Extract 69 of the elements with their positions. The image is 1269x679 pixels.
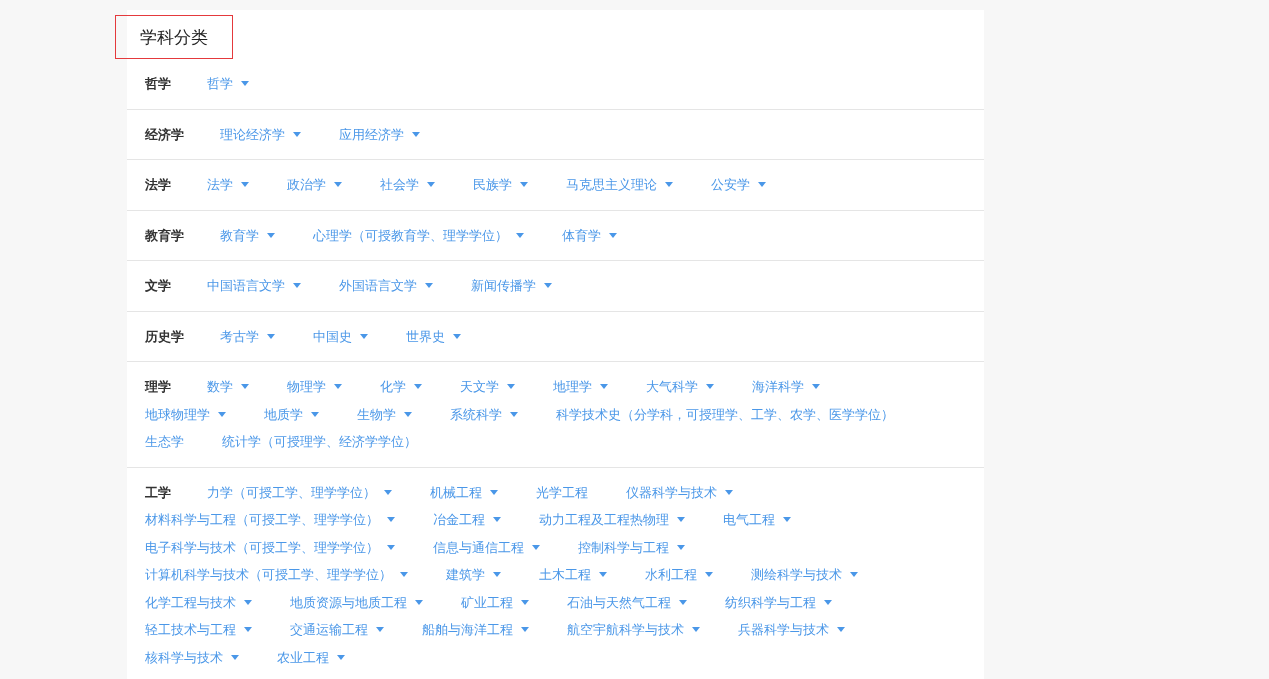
- subject-link[interactable]: 哲学: [207, 73, 249, 95]
- subject-link[interactable]: 机械工程: [430, 481, 498, 503]
- subject-link[interactable]: 核科学与技术: [145, 646, 239, 668]
- subject-link[interactable]: 物理学: [287, 376, 342, 398]
- subject-link[interactable]: 矿业工程: [461, 591, 529, 613]
- subject-link[interactable]: 电气工程: [723, 509, 791, 531]
- subject-link[interactable]: 应用经济学: [339, 123, 420, 145]
- subject-link[interactable]: 心理学（可授教育学、理学学位）: [313, 224, 524, 246]
- category-label: 教育学: [145, 226, 184, 245]
- category-label: 工学: [145, 483, 171, 502]
- subject-link[interactable]: 农业工程: [277, 646, 345, 668]
- subject-link[interactable]: 政治学: [287, 174, 342, 196]
- subject-link[interactable]: 石油与天然气工程: [567, 591, 687, 613]
- subject-link[interactable]: 法学: [207, 174, 249, 196]
- subject-link[interactable]: 社会学: [380, 174, 435, 196]
- subject-link[interactable]: 水利工程: [645, 564, 713, 586]
- subject-link[interactable]: 化学工程与技术: [145, 591, 252, 613]
- subject-link[interactable]: 海洋科学: [752, 376, 820, 398]
- category-label: 文学: [145, 277, 171, 295]
- subject-link[interactable]: 中国语言文学: [207, 275, 301, 297]
- subject-link[interactable]: 地质学: [264, 403, 319, 425]
- category-label: 法学: [145, 176, 171, 194]
- subject-link[interactable]: 理论经济学: [220, 123, 301, 145]
- subject-link[interactable]: 船舶与海洋工程: [422, 619, 529, 641]
- subject-link[interactable]: 大气科学: [646, 376, 714, 398]
- subject-link[interactable]: 马克思主义理论: [566, 174, 673, 196]
- subject-link[interactable]: 纺织科学与工程: [725, 591, 832, 613]
- category-label: 历史学: [145, 327, 184, 346]
- subject-link[interactable]: 兵器科学与技术: [738, 619, 845, 641]
- subject-link[interactable]: 地理学: [553, 376, 608, 398]
- section-title: 学科分类: [115, 15, 233, 59]
- subject-link[interactable]: 航空宇航科学与技术: [567, 619, 700, 641]
- category-label: 理学: [145, 378, 171, 396]
- subject-link[interactable]: 地质资源与地质工程: [290, 591, 423, 613]
- subject-link[interactable]: 民族学: [473, 174, 528, 196]
- category-label: 哲学: [145, 75, 171, 93]
- subject-link[interactable]: 公安学: [711, 174, 766, 196]
- subject-link[interactable]: 生物学: [357, 403, 412, 425]
- subject-link[interactable]: 世界史: [406, 325, 461, 347]
- category-label: 经济学: [145, 125, 184, 144]
- subject-link[interactable]: 教育学: [220, 224, 275, 246]
- subject-link[interactable]: 天文学: [460, 376, 515, 398]
- subject-link[interactable]: 计算机科学与技术（可授工学、理学学位）: [145, 564, 408, 586]
- subject-link[interactable]: 科学技术史（分学科，可授理学、工学、农学、医学学位）: [556, 403, 894, 425]
- subject-link[interactable]: 体育学: [562, 224, 617, 246]
- subject-link[interactable]: 仪器科学与技术: [626, 481, 733, 503]
- subject-link[interactable]: 新闻传播学: [471, 275, 552, 297]
- subject-link[interactable]: 地球物理学: [145, 403, 226, 425]
- subject-link[interactable]: 冶金工程: [433, 509, 501, 531]
- subject-link[interactable]: 信息与通信工程: [433, 536, 540, 558]
- subject-link[interactable]: 中国史: [313, 325, 368, 347]
- subject-link[interactable]: 动力工程及工程热物理: [539, 509, 685, 531]
- subject-link[interactable]: 数学: [207, 376, 249, 398]
- subject-link[interactable]: 控制科学与工程: [578, 536, 685, 558]
- subject-link[interactable]: 生态学: [145, 431, 184, 453]
- subject-link[interactable]: 外国语言文学: [339, 275, 433, 297]
- subject-link[interactable]: 测绘科学与技术: [751, 564, 858, 586]
- subject-link[interactable]: 土木工程: [539, 564, 607, 586]
- subject-link[interactable]: 系统科学: [450, 403, 518, 425]
- subject-link[interactable]: 统计学（可授理学、经济学学位）: [222, 431, 417, 453]
- subject-link[interactable]: 化学: [380, 376, 422, 398]
- subject-link[interactable]: 建筑学: [446, 564, 501, 586]
- subject-link[interactable]: 电子科学与技术（可授工学、理学学位）: [145, 536, 395, 558]
- subject-link[interactable]: 考古学: [220, 325, 275, 347]
- subject-link[interactable]: 交通运输工程: [290, 619, 384, 641]
- subject-link[interactable]: 材料科学与工程（可授工学、理学学位）: [145, 509, 395, 531]
- subject-link[interactable]: 轻工技术与工程: [145, 619, 252, 641]
- subject-link[interactable]: 力学（可授工学、理学学位）: [207, 481, 392, 503]
- subject-link[interactable]: 光学工程: [536, 481, 588, 503]
